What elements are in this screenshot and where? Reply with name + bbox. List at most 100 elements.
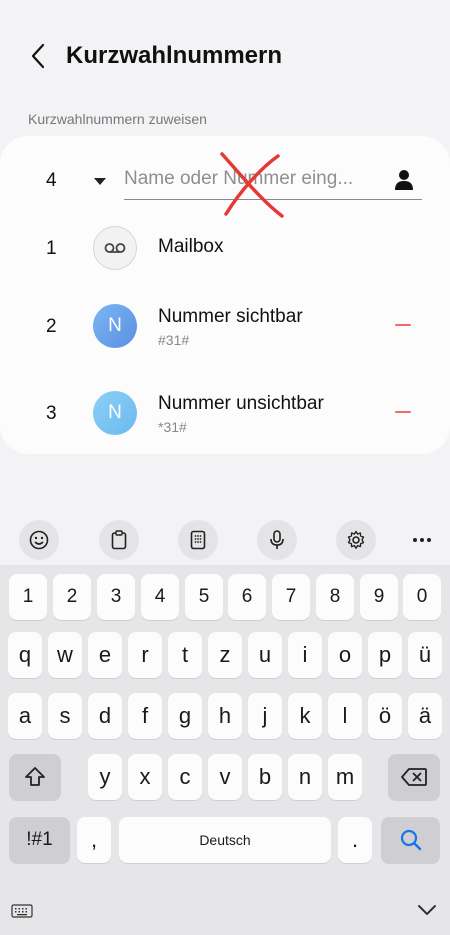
new-entry-row: 4 [0,136,450,218]
list-item[interactable]: 2 N Nummer sichtbar #31# [0,294,450,374]
triangle-down-icon [94,178,106,185]
person-icon [395,170,413,190]
entry-slot-number: 4 [46,170,57,191]
avatar: N [93,391,137,435]
key[interactable]: d [88,693,122,739]
comma-key[interactable]: , [77,817,111,863]
keyboard-settings-button[interactable] [336,520,376,560]
space-key[interactable]: Deutsch [119,817,331,863]
keyboard-icon [11,904,33,918]
key[interactable]: h [208,693,242,739]
hide-keyboard-button[interactable] [414,900,440,920]
section-label: Kurzwahlnummern zuweisen [28,111,207,127]
key[interactable]: 7 [272,574,310,620]
key[interactable]: e [88,632,122,678]
key[interactable]: y [88,754,122,800]
keyboard-switch-button[interactable] [10,902,34,920]
smiley-icon [29,530,49,550]
key[interactable]: f [128,693,162,739]
search-key[interactable] [381,817,440,863]
on-screen-keyboard: 1 2 3 4 5 6 7 8 9 0 q w e r t z u i o p … [0,565,450,935]
key[interactable]: 3 [97,574,135,620]
speed-dial-card: 4 1 Mailbox 2 N Nummer sichtbar #31# 3 N… [0,136,450,454]
key[interactable]: q [8,632,42,678]
key[interactable]: a [8,693,42,739]
chevron-down-icon [418,905,436,915]
voicemail-icon [104,243,126,253]
key[interactable]: s [48,693,82,739]
search-icon [400,829,421,851]
chevron-left-icon [31,43,45,69]
list-item[interactable]: 1 Mailbox [0,208,450,288]
key[interactable]: i [288,632,322,678]
keypad-icon [190,530,206,550]
key[interactable]: j [248,693,282,739]
key[interactable]: g [168,693,202,739]
key[interactable]: l [328,693,362,739]
list-item-title: Nummer sichtbar [158,306,303,327]
remove-button[interactable] [392,405,414,419]
key[interactable]: 8 [316,574,354,620]
list-item-subtitle: *31# [158,419,187,435]
period-key[interactable]: . [338,817,372,863]
clipboard-button[interactable] [99,520,139,560]
key[interactable]: v [208,754,242,800]
more-horizontal-icon [413,538,431,542]
key[interactable]: r [128,632,162,678]
avatar: N [93,304,137,348]
page-title: Kurzwahlnummern [66,42,283,69]
key[interactable]: u [248,632,282,678]
clipboard-icon [111,530,127,550]
key[interactable]: b [248,754,282,800]
symbols-key[interactable]: !#1 [9,817,70,863]
key[interactable]: p [368,632,402,678]
keypad-button[interactable] [178,520,218,560]
key[interactable]: c [168,754,202,800]
keyboard-nav-bar [0,890,450,935]
key[interactable]: z [208,632,242,678]
key[interactable]: m [328,754,362,800]
key[interactable]: 6 [228,574,266,620]
shift-key[interactable] [9,754,61,800]
keyboard-toolbar [0,515,450,565]
list-item-number: 3 [46,403,57,424]
key[interactable]: k [288,693,322,739]
list-item-title: Mailbox [158,236,224,257]
voice-input-button[interactable] [257,520,297,560]
key[interactable]: 4 [141,574,179,620]
backspace-icon [401,768,427,786]
shift-icon [25,767,45,786]
list-item-number: 1 [46,238,57,259]
list-item-title: Nummer unsichtbar [158,393,324,414]
avatar [93,226,137,270]
list-item-subtitle: #31# [158,332,190,348]
contact-picker-button[interactable] [390,166,418,194]
emoji-button[interactable] [19,520,59,560]
list-item[interactable]: 3 N Nummer unsichtbar *31# [0,381,450,461]
slot-dropdown[interactable] [90,172,110,192]
key[interactable]: n [288,754,322,800]
key[interactable]: w [48,632,82,678]
backspace-key[interactable] [388,754,440,800]
key[interactable]: 9 [360,574,398,620]
key[interactable]: 0 [403,574,441,620]
minus-icon [395,324,411,326]
remove-button[interactable] [392,318,414,332]
key[interactable]: ä [408,693,442,739]
app-header: Kurzwahlnummern [0,0,450,100]
key[interactable]: x [128,754,162,800]
key[interactable]: 2 [53,574,91,620]
key[interactable]: o [328,632,362,678]
microphone-icon [270,530,284,549]
list-item-number: 2 [46,316,57,337]
key[interactable]: 5 [185,574,223,620]
key[interactable]: 1 [9,574,47,620]
gear-icon [347,530,365,549]
key[interactable]: ö [368,693,402,739]
more-options-button[interactable] [402,520,442,560]
back-button[interactable] [22,40,54,72]
key[interactable]: ü [408,632,442,678]
minus-icon [395,411,411,413]
name-or-number-input[interactable] [124,164,422,200]
key[interactable]: t [168,632,202,678]
